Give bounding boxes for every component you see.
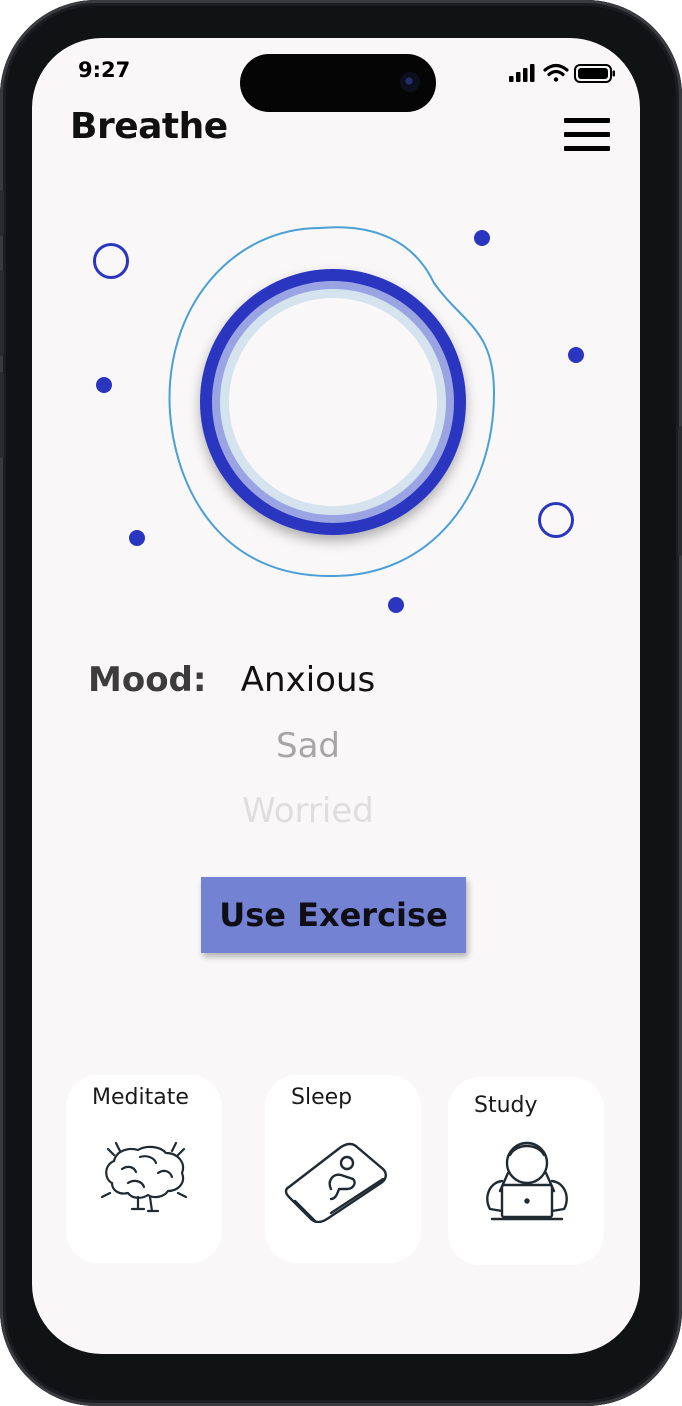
category-card-study[interactable]: Study [448,1077,604,1265]
breathing-illustration [93,226,584,613]
phone-frame: 9:27 Breathe Mood: Anxious Sad Worried U… [0,0,682,1406]
power-button [678,426,682,556]
mood-option-sad[interactable]: Sad [218,726,398,766]
category-card-meditate[interactable]: Meditate [66,1075,222,1263]
mood-label: Mood: [88,660,207,700]
use-exercise-button[interactable]: Use Exercise [201,877,466,953]
sleep-icon [284,1142,387,1223]
brain-icon [100,1141,188,1213]
study-laptop-icon [486,1141,568,1221]
category-label-sleep: Sleep [291,1085,353,1110]
mood-option-worried[interactable]: Worried [218,791,398,831]
category-label-study: Study [474,1093,538,1118]
category-label-meditate: Meditate [92,1085,189,1110]
app-screen: 9:27 Breathe Mood: Anxious Sad Worried U… [32,38,640,1354]
category-card-sleep[interactable]: Sleep [265,1075,421,1263]
volume-down-button [0,372,4,458]
action-button [0,190,4,236]
breathing-circle[interactable] [200,269,466,535]
mood-option-anxious[interactable]: Anxious [218,660,398,700]
volume-up-button [0,270,4,356]
